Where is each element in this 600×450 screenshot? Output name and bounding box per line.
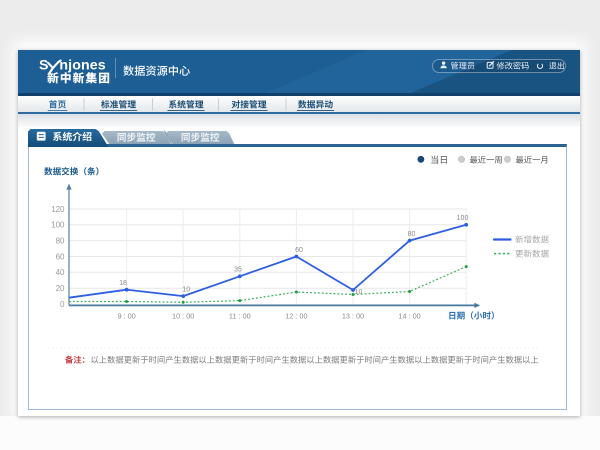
svg-text:20: 20 (56, 284, 65, 293)
svg-text:S: S (39, 58, 48, 74)
svg-text:10 : 00: 10 : 00 (172, 312, 194, 321)
svg-text:12 : 00: 12 : 00 (285, 312, 307, 321)
svg-text:14 : 00: 14 : 00 (398, 312, 420, 321)
svg-text:13 : 00: 13 : 00 (342, 312, 364, 321)
svg-text:60: 60 (56, 252, 65, 261)
svg-text:100: 100 (457, 215, 469, 222)
svg-text:120: 120 (51, 205, 65, 214)
svg-text:80: 80 (408, 231, 416, 238)
svg-text:10: 10 (355, 289, 363, 296)
svg-text:40: 40 (56, 268, 65, 277)
svg-text:60: 60 (295, 247, 303, 254)
svg-text:80: 80 (56, 236, 65, 245)
svg-text:njones: njones (59, 58, 105, 74)
svg-text:100: 100 (51, 221, 65, 230)
svg-text:11 : 00: 11 : 00 (229, 312, 251, 321)
svg-text:18: 18 (119, 280, 127, 287)
svg-text:9 : 00: 9 : 00 (117, 312, 135, 321)
svg-text:10: 10 (182, 286, 190, 293)
svg-text:0: 0 (60, 300, 65, 309)
svg-text:35: 35 (234, 267, 242, 274)
